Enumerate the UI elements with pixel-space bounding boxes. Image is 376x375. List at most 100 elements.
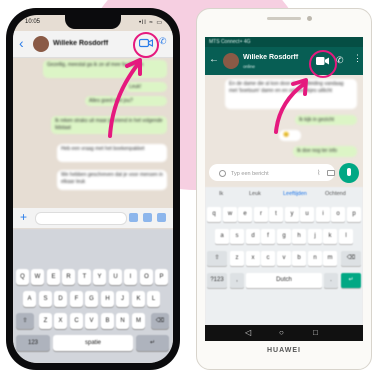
key[interactable]: f [261,229,275,244]
phone-call-icon[interactable]: ✆ [159,36,167,47]
suggestion[interactable]: Leeftijden [283,191,307,197]
key[interactable]: C [70,313,83,329]
return-icon[interactable]: ↵ [136,335,169,351]
key[interactable]: b [292,251,306,266]
key[interactable]: g [277,229,291,244]
shift-icon[interactable]: ⇧ [207,251,227,266]
back-arrow-icon[interactable]: ← [209,54,219,65]
period-key[interactable]: . [324,273,338,288]
home-nav-icon[interactable]: ○ [279,328,284,337]
avatar[interactable] [33,36,49,52]
attach-icon[interactable]: ⌇ [317,169,320,177]
key[interactable]: T [78,269,91,285]
key[interactable]: R [62,269,75,285]
more-options-icon[interactable]: ⋮ [353,53,362,64]
camera-icon[interactable] [327,170,335,176]
key[interactable]: s [230,229,244,244]
contact-status: online [243,64,256,69]
key[interactable]: t [269,207,283,222]
backspace-icon[interactable]: ⌫ [341,251,361,266]
key[interactable]: m [323,251,337,266]
space-key[interactable]: Dutch [246,273,322,288]
plus-icon[interactable]: + [20,210,27,224]
key[interactable]: w [223,207,237,222]
message-input[interactable] [35,212,127,225]
key[interactable]: N [116,313,129,329]
key[interactable]: A [23,291,36,307]
key[interactable]: q [207,207,221,222]
enter-icon[interactable]: ↵ [341,273,361,288]
message-input[interactable]: Typ een bericht ⌇ [209,164,335,181]
key[interactable]: F [70,291,83,307]
contact-name[interactable]: Willeke Rosdorff [243,54,298,61]
key[interactable]: Q [16,269,29,285]
key[interactable]: y [285,207,299,222]
phone-call-icon[interactable]: ✆ [336,55,344,66]
key[interactable]: j [308,229,322,244]
symbols-key[interactable]: ?123 [207,273,227,288]
recents-nav-icon[interactable]: □ [313,328,318,337]
key[interactable]: e [238,207,252,222]
key[interactable]: v [277,251,291,266]
space-key[interactable]: spatie [53,335,133,351]
key[interactable]: L [147,291,160,307]
key[interactable]: V [85,313,98,329]
huawei-screen: MTS Connect+ 4G ← Willeke Rosdorff onlin… [205,37,363,325]
key[interactable]: l [339,229,353,244]
key[interactable]: G [85,291,98,307]
key[interactable]: r [254,207,268,222]
key[interactable]: K [132,291,145,307]
mic-icon[interactable] [339,163,359,183]
key[interactable]: U [109,269,122,285]
key[interactable]: Y [93,269,106,285]
keyboard-row: ⇧ Z X C V B N M ⌫ [13,313,173,331]
key[interactable]: J [116,291,129,307]
key[interactable]: h [292,229,306,244]
contact-name[interactable]: Willeke Rosdorff [53,40,108,47]
key[interactable]: H [101,291,114,307]
key[interactable]: B [101,313,114,329]
key[interactable]: u [300,207,314,222]
key[interactable]: I [124,269,137,285]
key[interactable]: M [132,313,145,329]
keyboard-row: A S D F G H J K L [13,291,173,309]
key[interactable]: P [155,269,168,285]
key[interactable]: O [140,269,153,285]
key[interactable]: p [347,207,361,222]
key[interactable]: z [230,251,244,266]
numbers-key[interactable]: 123 [16,335,50,351]
key[interactable]: S [39,291,52,307]
suggestion[interactable]: Ochtend [325,191,346,197]
key[interactable]: d [246,229,260,244]
key[interactable]: X [54,313,67,329]
camera-icon[interactable] [143,213,152,222]
video-call-highlight [309,50,337,78]
key[interactable]: i [316,207,330,222]
suggestion[interactable]: Ik [219,191,223,197]
key[interactable]: o [331,207,345,222]
keyboard-row: Q W E R T Y U I O P [13,269,173,287]
key[interactable]: x [246,251,260,266]
message-bubble: Leuk! [125,82,167,92]
emoji-icon[interactable] [219,170,226,177]
backspace-icon[interactable]: ⌫ [151,313,169,329]
key[interactable]: Z [39,313,52,329]
message-bubble: En de dame die al kon door de rondleidin… [225,79,357,109]
key[interactable]: E [47,269,60,285]
front-camera [307,16,312,21]
back-nav-icon[interactable]: ◁ [245,328,251,337]
key[interactable]: k [323,229,337,244]
ios-time: 10:05 [25,19,41,25]
avatar[interactable] [223,53,239,69]
key[interactable]: c [261,251,275,266]
key[interactable]: W [31,269,44,285]
back-chevron-icon[interactable]: ‹ [19,35,24,51]
mic-icon[interactable] [157,213,166,222]
key[interactable]: a [215,229,229,244]
comma-key[interactable]: , [230,273,244,288]
key[interactable]: n [308,251,322,266]
key[interactable]: D [54,291,67,307]
sticker-icon[interactable] [129,213,138,222]
shift-icon[interactable]: ⇧ [16,313,34,329]
suggestion[interactable]: Leuk [249,191,261,197]
